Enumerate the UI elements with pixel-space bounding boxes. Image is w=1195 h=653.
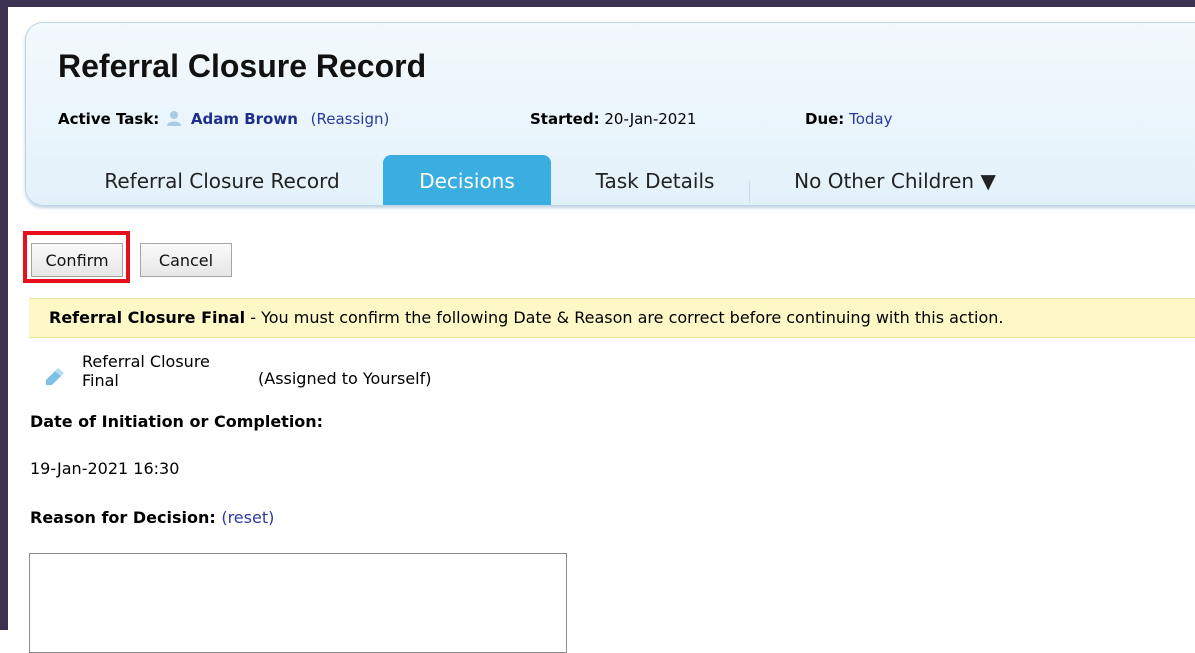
assigned-note: (Assigned to Yourself) (258, 369, 432, 388)
pencil-icon (46, 368, 64, 385)
date-label: Date of Initiation or Completion: (30, 412, 324, 431)
page-title: Referral Closure Record (58, 48, 427, 84)
window-frame-top (0, 0, 1195, 7)
due-value: Today (849, 110, 893, 128)
assignee-link[interactable]: Adam Brown (191, 110, 298, 128)
reason-label-row: Reason for Decision: (reset) (30, 508, 274, 527)
reason-textarea[interactable] (29, 553, 567, 653)
reset-link[interactable]: (reset) (221, 508, 274, 527)
tab-decisions[interactable]: Decisions (383, 155, 551, 205)
confirmation-notice: Referral Closure Final - You must confir… (29, 298, 1195, 338)
cancel-button[interactable]: Cancel (140, 243, 232, 277)
notice-title: Referral Closure Final (49, 308, 246, 327)
started-info: Started: 20-Jan-2021 (530, 110, 696, 128)
reassign-link[interactable]: (Reassign) (311, 110, 390, 128)
date-value: 19-Jan-2021 16:30 (30, 459, 180, 478)
started-value: 20-Jan-2021 (604, 110, 697, 128)
active-task-info: Active Task: Adam Brown (Reassign) (58, 110, 389, 128)
due-label: Due: (805, 110, 845, 128)
confirm-button[interactable]: Confirm (31, 243, 123, 277)
window-frame-left (0, 0, 8, 630)
active-task-label: Active Task: (58, 110, 160, 128)
tab-other-children-dropdown[interactable]: No Other Children ▼ (765, 155, 1025, 205)
notice-message: - You must confirm the following Date & … (245, 308, 1004, 327)
tab-separator (749, 181, 750, 203)
decision-name: Referral Closure Final (82, 352, 210, 390)
tab-task-details[interactable]: Task Details (565, 155, 745, 205)
tab-referral-closure-record[interactable]: Referral Closure Record (77, 155, 367, 205)
person-icon (167, 111, 182, 126)
started-label: Started: (530, 110, 600, 128)
due-info: Due: Today (805, 110, 892, 128)
reason-label: Reason for Decision: (30, 508, 216, 527)
